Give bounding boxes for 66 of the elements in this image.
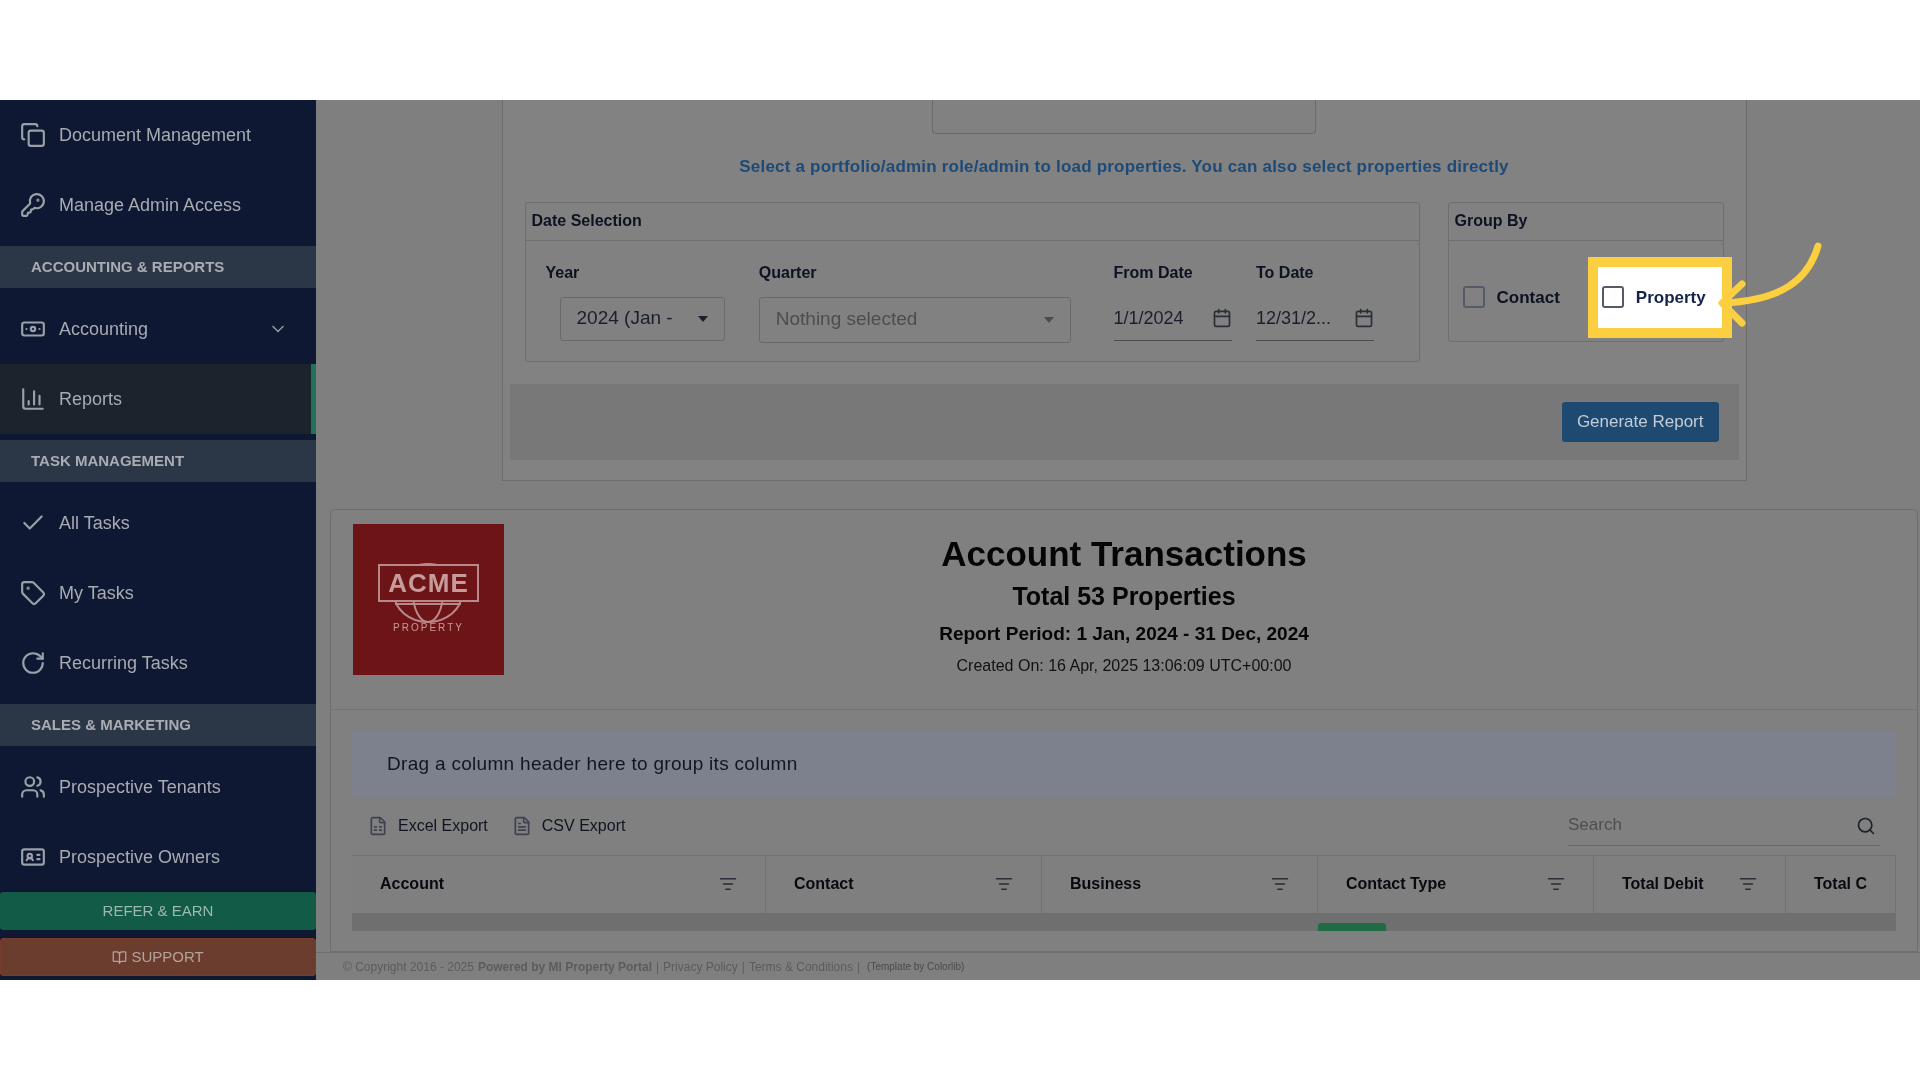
generate-report-button[interactable]: Generate Report xyxy=(1561,401,1719,442)
spreadsheet-icon xyxy=(368,815,388,836)
status-badge xyxy=(1318,922,1386,931)
support-button[interactable]: SUPPORT xyxy=(0,938,316,976)
filter-icon xyxy=(1739,875,1757,893)
filter-icon xyxy=(1547,875,1565,893)
panel-title: Date Selection xyxy=(531,211,642,231)
hint-text: Select a portfolio/admin role/admin to load properties. You can also select properties directly xyxy=(739,156,1509,178)
logo-name: ACME xyxy=(378,563,479,602)
sidebar-item[interactable]: All Tasks xyxy=(0,488,316,558)
group-by-checkbox[interactable]: Contact xyxy=(1462,284,1560,310)
checkbox[interactable] xyxy=(1462,286,1485,309)
refresh-icon xyxy=(20,650,46,676)
caret-icon xyxy=(1043,316,1054,323)
panel-title: Group By xyxy=(1454,211,1528,231)
documents-icon xyxy=(20,122,46,148)
column-header[interactable]: Contact xyxy=(766,855,1042,913)
date-field[interactable]: 1/1/2024 xyxy=(1113,296,1232,341)
sidebar-item[interactable]: Reports xyxy=(0,364,316,434)
field-label: Year xyxy=(545,262,581,283)
sidebar-item[interactable]: Recurring Tasks xyxy=(0,628,316,698)
report-period: Report Period: 1 Jan, 2024 - 31 Dec, 2024 xyxy=(939,621,1309,646)
date-field[interactable]: 12/31/2... xyxy=(1256,296,1374,341)
field-label: Quarter xyxy=(758,262,818,283)
footer-separator: | xyxy=(655,958,660,976)
sidebar-section-header: TASK MANAGEMENT xyxy=(0,440,316,482)
field-label: From Date xyxy=(1113,262,1194,283)
filter-icon xyxy=(1271,875,1289,893)
column-header[interactable]: Business xyxy=(1042,855,1318,913)
group-hint: Drag a column header here to group its column xyxy=(387,751,798,776)
column-header[interactable]: Contact Type xyxy=(1318,855,1594,913)
created-date: Created On: 16 Apr, 2025 13:06:09 UTC+00:00 xyxy=(956,656,1292,676)
calendar-icon xyxy=(1354,308,1374,328)
excel-export-button[interactable]: Excel Export xyxy=(368,813,488,838)
sidebar-item[interactable]: Prospective Owners xyxy=(0,822,316,892)
users-icon xyxy=(20,774,46,800)
sidebar-item[interactable]: Prospective Tenants xyxy=(0,752,316,822)
logo-tagline: PROPERTY xyxy=(393,620,464,635)
book-icon xyxy=(112,949,128,965)
sidebar-item[interactable]: Manage Admin Access xyxy=(0,170,316,240)
column-header[interactable]: Account xyxy=(352,855,766,913)
year-dropdown[interactable]: 2024 (Jan - xyxy=(559,296,725,341)
column-header[interactable]: Total C xyxy=(1786,855,1897,913)
calendar-icon xyxy=(1211,308,1232,328)
csv-export-button[interactable]: CSV Export xyxy=(511,813,626,838)
report-subtitle: Total 53 Properties xyxy=(1012,580,1236,612)
bar-chart-icon xyxy=(20,386,46,412)
filter-icon xyxy=(995,875,1013,893)
column-header[interactable]: Total Debit xyxy=(1594,855,1786,913)
sidebar-item[interactable]: Accounting xyxy=(0,294,316,364)
key-icon xyxy=(20,192,46,218)
filter-icon xyxy=(719,875,737,893)
sidebar-section-header: ACCOUNTING & REPORTS xyxy=(0,246,316,288)
footer-separator: | xyxy=(741,958,745,976)
caret-icon xyxy=(697,315,708,322)
footer-separator: | xyxy=(856,958,861,976)
tag-icon xyxy=(20,580,46,606)
selection-field[interactable] xyxy=(932,100,1316,134)
refer-button[interactable]: REFER & EARN xyxy=(0,892,316,930)
sidebar-item[interactable]: My Tasks xyxy=(0,558,316,628)
report-title: Account Transactions xyxy=(941,532,1307,575)
search-icon xyxy=(1856,815,1877,836)
sidebar-section-header: SALES & MARKETING xyxy=(0,704,316,746)
sidebar-item[interactable]: Document Management xyxy=(0,100,316,170)
checkbox[interactable] xyxy=(1601,286,1624,309)
field-label: To Date xyxy=(1256,262,1315,283)
